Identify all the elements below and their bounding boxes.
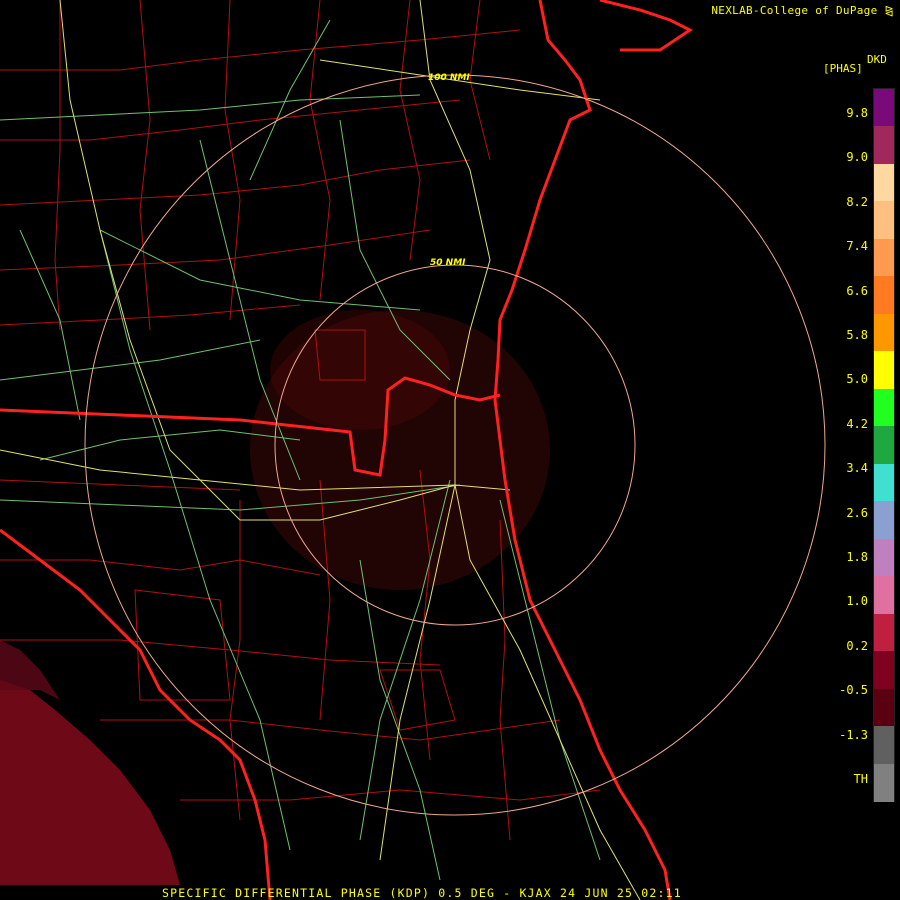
radar-viewport: 50 NMI 100 NMI NEXLAB-College of DuPage … (0, 0, 900, 900)
color-scale-segment (874, 463, 894, 502)
credit-text: NEXLAB-College of DuPage (711, 4, 878, 17)
product-title: SPECIFIC DIFFERENTIAL PHASE (KDP) 0.5 DE… (162, 886, 682, 900)
color-scale-segment (874, 688, 894, 727)
color-scale-label: 3.4 (846, 461, 868, 476)
color-scale-label: -0.5 (839, 683, 868, 698)
color-scale-segment (874, 763, 894, 802)
color-scale-label: 1.0 (846, 594, 868, 609)
color-scale-label: -1.3 (839, 727, 868, 742)
color-scale-segment (874, 501, 894, 540)
color-scale-segment (874, 351, 894, 390)
color-scale-label: 9.0 (846, 150, 868, 165)
color-scale-segment (874, 651, 894, 690)
color-scale-segment (874, 426, 894, 465)
color-scale-label: 4.2 (846, 416, 868, 431)
range-ring-inner-label: 50 NMI (430, 258, 466, 268)
color-scale-segment (874, 163, 894, 202)
color-scale-label: 5.0 (846, 372, 868, 387)
color-scale-label: 2.6 (846, 505, 868, 520)
color-scale-label: 7.4 (846, 239, 868, 254)
color-scale-segment (874, 388, 894, 427)
color-scale-segment (874, 89, 894, 127)
echo-southwest (0, 680, 180, 885)
credit-label: NEXLAB-College of DuPage ⧎ (711, 4, 894, 17)
echo-near-radar-core (270, 310, 450, 430)
product-code: DKD (867, 53, 887, 66)
color-scale-bar (873, 88, 895, 802)
radar-map (0, 0, 826, 900)
color-scale-label: TH (853, 772, 868, 786)
color-scale-label: 5.8 (846, 328, 868, 342)
color-scale-segment (874, 276, 894, 315)
color-scale-label: 0.2 (846, 638, 868, 653)
color-scale-segment (874, 613, 894, 652)
product-unit: [PHAS] (823, 62, 863, 75)
color-scale-segment (874, 726, 894, 765)
color-scale-segment (874, 126, 894, 165)
color-scale-segment (874, 313, 894, 352)
color-scale-label: 8.2 (846, 194, 868, 209)
cod-logo-icon: ⧎ (884, 4, 894, 17)
color-scale-segment (874, 576, 894, 615)
color-scale-segment (874, 538, 894, 577)
northeast-coast (599, 0, 693, 52)
color-scale-segment (874, 238, 894, 277)
color-scale-label: 9.8 (846, 106, 868, 120)
color-scale-label: 6.6 (846, 283, 868, 298)
range-ring-outer-label: 100 NMI (428, 73, 470, 83)
color-scale-label: 1.8 (846, 550, 868, 564)
color-scale-segment (874, 201, 894, 240)
